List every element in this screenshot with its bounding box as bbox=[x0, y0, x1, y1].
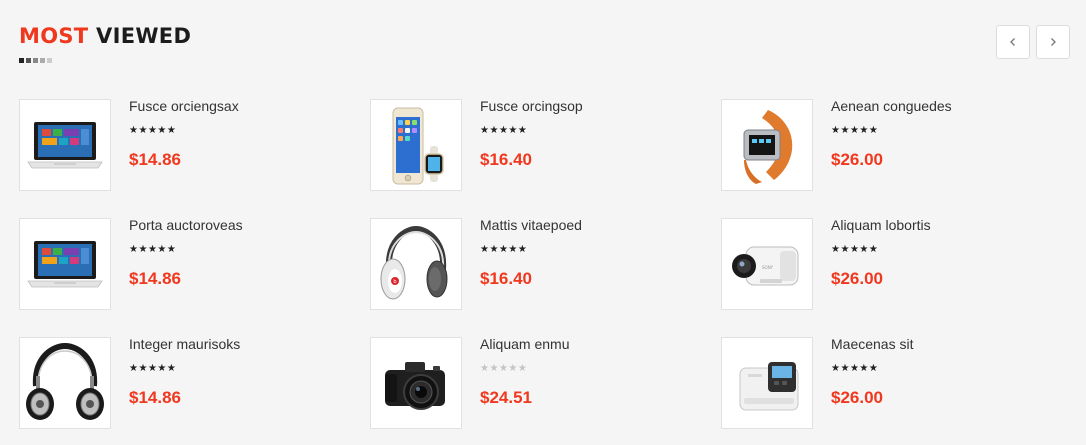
star-icon: ★ bbox=[840, 244, 850, 255]
product-item: Integer maurisoks ★★★★★ $14.86 bbox=[19, 337, 370, 429]
star-icon: ★ bbox=[508, 244, 518, 255]
star-rating: ★★★★★ bbox=[480, 364, 527, 374]
star-icon: ★ bbox=[498, 125, 509, 136]
star-icon: ★ bbox=[166, 125, 177, 136]
star-icon: ★ bbox=[157, 244, 167, 255]
product-image-printer[interactable] bbox=[721, 337, 813, 429]
star-icon: ★ bbox=[147, 125, 158, 136]
star-rating: ★★★★★ bbox=[480, 245, 527, 255]
star-rating: ★★★★★ bbox=[480, 126, 527, 136]
star-icon: ★ bbox=[489, 363, 499, 374]
product-price: $16.40 bbox=[480, 269, 532, 288]
product-item: Maecenas sit ★★★★★ $26.00 bbox=[721, 337, 1072, 429]
product-image-dslr-camera[interactable] bbox=[370, 337, 462, 429]
carousel-next-button[interactable] bbox=[1036, 25, 1070, 59]
product-image-action-camera[interactable]: SONY bbox=[721, 218, 813, 310]
section-title-accent: MOST bbox=[19, 24, 89, 48]
product-price: $14.86 bbox=[129, 269, 181, 288]
star-icon: ★ bbox=[498, 363, 509, 374]
product-item: Fusce orcingsop ★★★★★ $16.40 bbox=[370, 99, 721, 191]
title-dot bbox=[26, 58, 31, 63]
star-icon: ★ bbox=[508, 125, 518, 136]
product-image-phone-watch[interactable] bbox=[370, 99, 462, 191]
star-rating: ★★★★★ bbox=[831, 126, 878, 136]
star-rating: ★★★★★ bbox=[129, 245, 176, 255]
product-name[interactable]: Mattis vitaepoed bbox=[480, 218, 582, 232]
title-dot bbox=[40, 58, 45, 63]
product-price: $26.00 bbox=[831, 388, 883, 407]
svg-text:b: b bbox=[393, 279, 396, 285]
star-icon: ★ bbox=[166, 244, 177, 255]
section-title-rest: VIEWED bbox=[96, 24, 192, 48]
star-icon: ★ bbox=[166, 363, 177, 374]
title-dot bbox=[47, 58, 52, 63]
star-rating: ★★★★★ bbox=[831, 245, 878, 255]
product-item: Aliquam enmu ★★★★★ $24.51 bbox=[370, 337, 721, 429]
star-icon: ★ bbox=[147, 363, 158, 374]
star-icon: ★ bbox=[849, 363, 860, 374]
title-dot bbox=[33, 58, 38, 63]
star-icon: ★ bbox=[840, 363, 850, 374]
star-icon: ★ bbox=[138, 363, 148, 374]
product-price: $16.40 bbox=[480, 150, 532, 169]
star-icon: ★ bbox=[138, 244, 148, 255]
product-image-smartwatch[interactable] bbox=[721, 99, 813, 191]
product-name[interactable]: Aenean conguedes bbox=[831, 99, 952, 113]
star-icon: ★ bbox=[489, 244, 499, 255]
title-dot bbox=[19, 58, 24, 63]
star-rating: ★★★★★ bbox=[831, 364, 878, 374]
product-name[interactable]: Integer maurisoks bbox=[129, 337, 240, 351]
carousel-prev-button[interactable] bbox=[996, 25, 1030, 59]
star-icon: ★ bbox=[517, 363, 528, 374]
star-icon: ★ bbox=[859, 244, 869, 255]
star-icon: ★ bbox=[840, 125, 850, 136]
star-icon: ★ bbox=[849, 125, 860, 136]
product-price: $14.86 bbox=[129, 150, 181, 169]
star-icon: ★ bbox=[517, 244, 528, 255]
star-icon: ★ bbox=[508, 363, 518, 374]
product-grid: Fusce orciengsax ★★★★★ $14.86 Fusce orcings… bbox=[19, 99, 1072, 445]
star-icon: ★ bbox=[868, 125, 879, 136]
product-item: Porta auctoroveas ★★★★★ $14.86 bbox=[19, 218, 370, 310]
product-image-headphones-red[interactable]: b bbox=[370, 218, 462, 310]
title-underline-dots bbox=[19, 58, 52, 63]
product-price: $26.00 bbox=[831, 269, 883, 288]
product-name[interactable]: Maecenas sit bbox=[831, 337, 913, 351]
star-icon: ★ bbox=[157, 125, 167, 136]
most-viewed-section: MOST VIEWED Fusce orciengsax ★★★★★ $14.86 F… bbox=[0, 0, 1086, 445]
product-image-laptop[interactable] bbox=[19, 99, 111, 191]
product-item: SONY Aliquam lobortis ★★★★★ $26.00 bbox=[721, 218, 1072, 310]
star-icon: ★ bbox=[859, 363, 869, 374]
product-name[interactable]: Aliquam lobortis bbox=[831, 218, 931, 232]
product-image-laptop[interactable] bbox=[19, 218, 111, 310]
product-item: Aenean conguedes ★★★★★ $26.00 bbox=[721, 99, 1072, 191]
star-icon: ★ bbox=[859, 125, 869, 136]
product-image-headphones-dj[interactable] bbox=[19, 337, 111, 429]
star-icon: ★ bbox=[498, 244, 509, 255]
star-icon: ★ bbox=[849, 244, 860, 255]
product-name[interactable]: Porta auctoroveas bbox=[129, 218, 243, 232]
star-icon: ★ bbox=[868, 363, 879, 374]
star-rating: ★★★★★ bbox=[129, 126, 176, 136]
svg-text:SONY: SONY bbox=[762, 265, 774, 270]
star-rating: ★★★★★ bbox=[129, 364, 176, 374]
star-icon: ★ bbox=[157, 363, 167, 374]
product-item: b Mattis vitaepoed ★★★★★ $16.40 bbox=[370, 218, 721, 310]
star-icon: ★ bbox=[138, 125, 148, 136]
chevron-left-icon bbox=[1010, 38, 1015, 46]
product-name[interactable]: Aliquam enmu bbox=[480, 337, 570, 351]
product-price: $26.00 bbox=[831, 150, 883, 169]
chevron-right-icon bbox=[1051, 38, 1056, 46]
star-icon: ★ bbox=[868, 244, 879, 255]
star-icon: ★ bbox=[489, 125, 499, 136]
product-price: $14.86 bbox=[129, 388, 181, 407]
section-title: MOST VIEWED bbox=[19, 22, 191, 50]
star-icon: ★ bbox=[147, 244, 158, 255]
product-item: Fusce orciengsax ★★★★★ $14.86 bbox=[19, 99, 370, 191]
product-name[interactable]: Fusce orciengsax bbox=[129, 99, 239, 113]
star-icon: ★ bbox=[517, 125, 528, 136]
product-price: $24.51 bbox=[480, 388, 532, 407]
product-name[interactable]: Fusce orcingsop bbox=[480, 99, 583, 113]
